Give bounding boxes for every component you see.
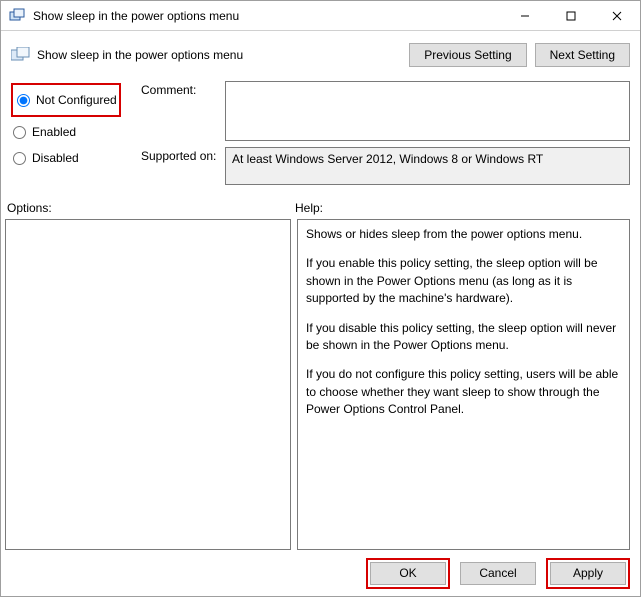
help-label: Help: bbox=[295, 201, 323, 215]
footer: OK Cancel Apply bbox=[1, 550, 640, 596]
supported-value: At least Windows Server 2012, Windows 8 … bbox=[225, 147, 630, 185]
help-panel: Shows or hides sleep from the power opti… bbox=[297, 219, 630, 550]
window-title: Show sleep in the power options menu bbox=[33, 9, 502, 23]
comment-row: Comment: bbox=[141, 81, 630, 141]
previous-setting-button[interactable]: Previous Setting bbox=[409, 43, 526, 67]
radio-enabled-input[interactable] bbox=[13, 126, 26, 139]
header-title: Show sleep in the power options menu bbox=[37, 48, 243, 62]
gpedit-dialog-window: Show sleep in the power options menu Sho… bbox=[0, 0, 641, 597]
supported-label: Supported on: bbox=[141, 147, 225, 185]
policy-icon bbox=[11, 47, 31, 63]
titlebar: Show sleep in the power options menu bbox=[1, 1, 640, 31]
cancel-button[interactable]: Cancel bbox=[460, 562, 536, 585]
help-paragraph: If you do not configure this policy sett… bbox=[306, 366, 621, 418]
radio-disabled[interactable]: Disabled bbox=[11, 145, 141, 171]
radio-enabled-label: Enabled bbox=[32, 125, 76, 139]
state-radio-group: Not Configured Enabled Disabled bbox=[11, 81, 141, 191]
comment-input[interactable] bbox=[225, 81, 630, 141]
ok-button[interactable]: OK bbox=[370, 562, 446, 585]
panels-row: Shows or hides sleep from the power opti… bbox=[1, 219, 640, 550]
close-button[interactable] bbox=[594, 1, 640, 31]
radio-disabled-label: Disabled bbox=[32, 151, 79, 165]
help-paragraph: Shows or hides sleep from the power opti… bbox=[306, 226, 621, 243]
apply-button[interactable]: Apply bbox=[550, 562, 626, 585]
highlight-apply: Apply bbox=[546, 558, 630, 589]
next-setting-button[interactable]: Next Setting bbox=[535, 43, 630, 67]
options-panel bbox=[5, 219, 291, 550]
comment-label: Comment: bbox=[141, 81, 225, 141]
fields-section: Comment: Supported on: At least Windows … bbox=[141, 81, 630, 191]
help-paragraph: If you disable this policy setting, the … bbox=[306, 320, 621, 355]
radio-not-configured[interactable]: Not Configured bbox=[15, 87, 117, 113]
options-label: Options: bbox=[5, 201, 295, 215]
maximize-button[interactable] bbox=[548, 1, 594, 31]
radio-not-configured-label: Not Configured bbox=[36, 93, 117, 107]
mid-labels: Options: Help: bbox=[1, 197, 640, 219]
radio-disabled-input[interactable] bbox=[13, 152, 26, 165]
highlight-ok: OK bbox=[366, 558, 450, 589]
supported-row: Supported on: At least Windows Server 20… bbox=[141, 147, 630, 185]
help-paragraph: If you enable this policy setting, the s… bbox=[306, 255, 621, 307]
config-section: Not Configured Enabled Disabled Comment:… bbox=[1, 79, 640, 197]
radio-not-configured-input[interactable] bbox=[17, 94, 30, 107]
highlight-not-configured: Not Configured bbox=[11, 83, 121, 117]
app-icon bbox=[9, 8, 25, 24]
minimize-button[interactable] bbox=[502, 1, 548, 31]
radio-enabled[interactable]: Enabled bbox=[11, 119, 141, 145]
header-row: Show sleep in the power options menu Pre… bbox=[1, 31, 640, 79]
